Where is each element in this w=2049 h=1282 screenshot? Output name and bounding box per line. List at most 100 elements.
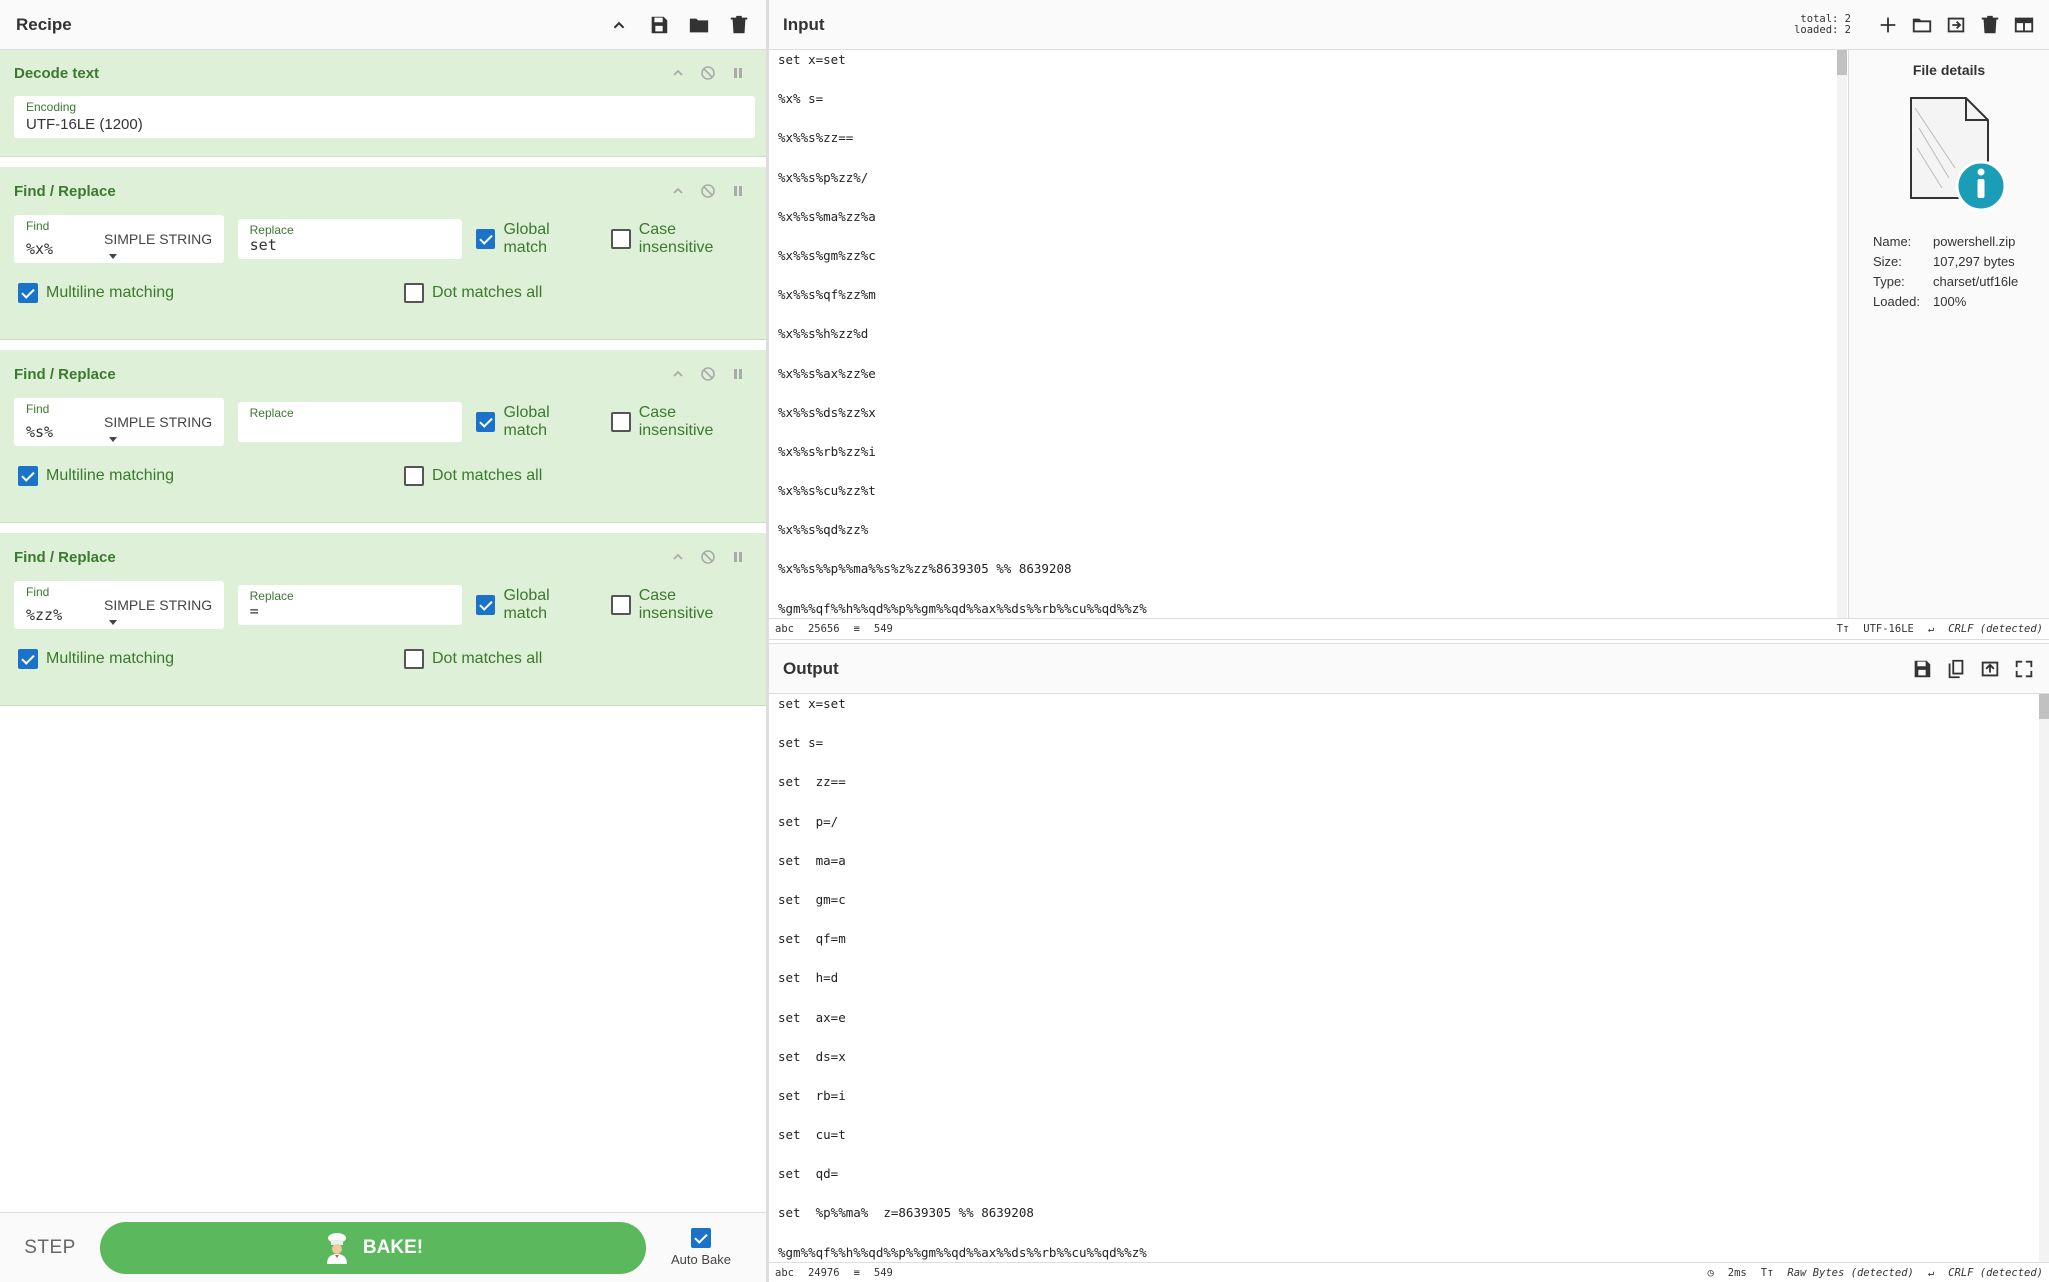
breakpoint-icon[interactable] [730,183,746,199]
input-line-count: 549 [873,622,893,635]
size-label: Size: [1873,254,1902,269]
clear-recipe-icon[interactable] [728,14,750,36]
encoding-select[interactable]: Encoding UTF-16LE (1200) [14,96,755,138]
auto-bake-checkbox[interactable]: Auto Bake [646,1228,756,1267]
input-line: %x%%s%zz== [778,130,854,146]
encoding-icon[interactable]: Tт [1761,1267,1774,1279]
dot-matches-all-label: Dot matches all [432,284,543,301]
input-text[interactable]: set x=set %x% s= %x%%s%zz== %x%%s%p%zz%/… [769,50,1835,618]
multiline-label: Multiline matching [46,284,175,301]
breakpoint-icon[interactable] [730,366,746,382]
minimise-icon[interactable] [670,366,686,382]
global-match-label: Global match [503,587,550,622]
clock-icon: ◷ [1707,1266,1714,1279]
find-input[interactable]: Find %x% SIMPLE STRING [14,215,224,263]
input-scroll-thumb[interactable] [1837,50,1847,75]
disable-icon[interactable] [700,366,716,382]
output-panel: Output set x=set set s= set zz== set p=/… [769,643,2049,1282]
encoding-icon[interactable]: Tт [1837,623,1850,635]
disable-icon[interactable] [700,549,716,565]
multiline-checkbox[interactable]: Multiline matching [18,283,174,303]
global-match-checkbox[interactable]: Global match [475,221,595,257]
save-output-icon[interactable] [1911,658,1933,680]
operation-title: Find / Replace [14,548,116,566]
eol-icon[interactable]: ↵ [1928,1267,1934,1279]
output-text[interactable]: set x=set set s= set zz== set p=/ set ma… [769,694,2037,1262]
step-button[interactable]: STEP [0,1237,100,1259]
breakpoint-icon[interactable] [730,65,746,81]
input-line: %x%%s%%p%%ma%%s%z%zz%8639305 %% 8639208 [778,561,1072,577]
bake-button[interactable]: BAKE! [100,1221,646,1274]
case-insensitive-checkbox[interactable]: Case insensitive [611,587,752,623]
collapse-all-icon[interactable] [608,14,630,36]
loaded-count: loaded: 2 [1794,23,1851,36]
input-line: %x% s= [778,91,824,107]
input-statusbar: abc 25656 ≡ 549 Tт UTF-16LE ↵ CRLF (dete… [769,618,2049,638]
replace-input[interactable]: Replace [237,402,462,442]
output-line: set qf=m [778,931,846,947]
find-type-dropdown[interactable]: SIMPLE STRING [104,414,224,446]
input-header: Input total: 2 loaded: 2 [769,0,2049,50]
recipe-controls: STEP BAKE! Auto Bake [0,1212,766,1282]
copy-output-icon[interactable] [1945,658,1967,680]
replace-label: Replace [249,589,294,603]
input-eol[interactable]: CRLF (detected) [1948,623,2043,635]
chef-icon [326,1232,347,1264]
file-name: powershell.zip [1933,234,2016,249]
total-count: total: 2 [1800,12,1851,25]
replace-input-icon[interactable] [1979,658,2001,680]
replace-input[interactable]: Replace set [237,219,462,259]
dot-matches-all-checkbox[interactable]: Dot matches all [404,466,542,486]
output-line: set p=/ [778,813,839,829]
find-input[interactable]: Find %zz% SIMPLE STRING [14,581,224,629]
global-match-checkbox[interactable]: Global match [475,404,595,440]
recipe-panel: Recipe Decode text Encoding UTF-16LE (12… [0,0,769,1282]
minimise-icon[interactable] [670,183,686,199]
breakpoint-icon[interactable] [730,549,746,565]
input-char-count: 25656 [807,622,840,635]
replace-label: Replace [249,406,294,420]
find-type-dropdown[interactable]: SIMPLE STRING [104,231,224,263]
eol-icon[interactable]: ↵ [1928,623,1934,635]
input-encoding[interactable]: UTF-16LE [1863,623,1914,635]
disable-icon[interactable] [700,183,716,199]
multiline-checkbox[interactable]: Multiline matching [18,466,174,486]
load-recipe-icon[interactable] [688,14,710,36]
find-value: %zz% [26,606,63,624]
auto-bake-box[interactable] [691,1228,711,1248]
output-eol[interactable]: CRLF (detected) [1948,1267,2043,1279]
replace-input[interactable]: Replace = [237,585,462,625]
dot-matches-all-checkbox[interactable]: Dot matches all [404,283,542,303]
find-input[interactable]: Find %s% SIMPLE STRING [14,398,224,446]
dot-matches-all-checkbox[interactable]: Dot matches all [404,649,542,669]
minimise-icon[interactable] [670,549,686,565]
clear-input-icon[interactable] [1979,14,2001,36]
input-line: %x%%s%h%zz%d [778,326,869,342]
maximise-icon[interactable] [2013,658,2035,680]
output-title: Output [783,658,839,678]
file-size: 107,297 bytes [1933,254,2015,269]
output-scroll-thumb[interactable] [2039,694,2049,719]
open-folder-icon[interactable] [1911,14,1933,36]
add-input-icon[interactable] [1877,14,1899,36]
encoding-value: UTF-16LE (1200) [26,116,143,133]
output-encoding[interactable]: Raw Bytes (detected) [1787,1267,1913,1279]
case-insensitive-checkbox[interactable]: Case insensitive [611,221,752,257]
output-scrollbar[interactable] [2039,694,2049,1262]
minimise-icon[interactable] [670,65,686,81]
output-line: set rb=i [778,1087,846,1103]
global-match-checkbox[interactable]: Global match [475,587,595,623]
save-recipe-icon[interactable] [648,14,670,36]
open-file-icon[interactable] [1945,14,1967,36]
multiline-checkbox[interactable]: Multiline matching [18,649,174,669]
find-label: Find [26,585,50,599]
find-type-dropdown[interactable]: SIMPLE STRING [104,597,224,629]
reset-layout-icon[interactable] [2013,14,2035,36]
disable-icon[interactable] [700,65,716,81]
output-line: set zz== [778,774,846,790]
case-insensitive-checkbox[interactable]: Case insensitive [611,404,752,440]
input-scrollbar[interactable] [1837,50,1847,618]
dot-matches-all-label: Dot matches all [432,650,543,667]
input-line: %x%%s%ds%zz%x [778,404,876,420]
bake-label: BAKE! [362,1236,424,1258]
